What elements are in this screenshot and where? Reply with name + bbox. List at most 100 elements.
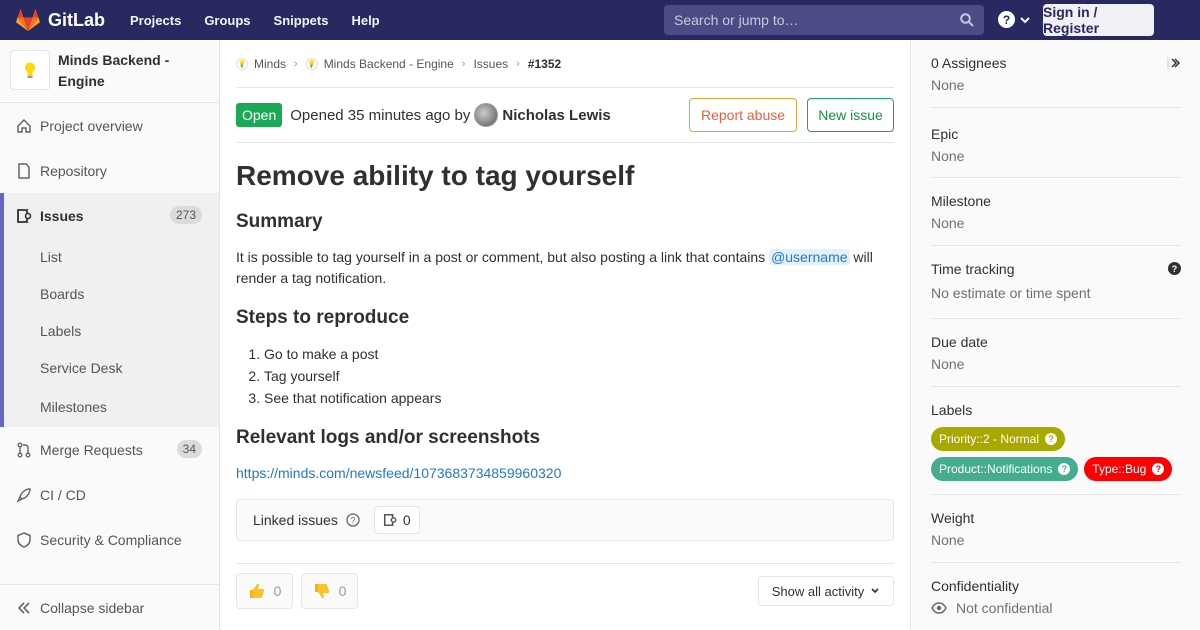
issue-title: Remove ability to tag yourself — [236, 160, 635, 191]
nav-groups[interactable]: Groups — [204, 13, 250, 28]
project-header[interactable]: Minds Backend - Engine — [0, 40, 219, 100]
collapse-sidebar-label: Collapse sidebar — [40, 599, 145, 616]
sidebar-subitem-milestones[interactable]: Milestones — [4, 386, 219, 427]
shield-icon — [16, 531, 32, 548]
question-icon: ? — [1152, 463, 1165, 475]
issues-count-badge: 273 — [169, 206, 202, 224]
breadcrumb-issues[interactable]: Issues — [473, 57, 508, 71]
doc-icon — [16, 162, 32, 179]
collapse-sidebar-button[interactable]: Collapse sidebar — [0, 584, 219, 630]
group-avatar: 💡 — [236, 57, 248, 70]
sidebar-subitem-service-desk[interactable]: Service Desk — [4, 349, 219, 386]
question-icon: ? — [998, 11, 1015, 28]
sidebar-subitem-labels[interactable]: Labels — [4, 312, 219, 349]
nav-snippets[interactable]: Snippets — [274, 13, 329, 28]
nav-help[interactable]: Help — [351, 13, 379, 28]
sidebar-item-label: Issues — [40, 207, 84, 224]
label-type[interactable]: Type::Bug ? — [1084, 457, 1173, 481]
steps-heading: Steps to reproduce — [236, 307, 410, 328]
svg-text:?: ? — [1172, 264, 1178, 274]
chevron-down-icon — [1020, 16, 1030, 23]
assignees-value: None — [931, 77, 965, 93]
thumbs-up-button[interactable]: 0 — [236, 573, 293, 609]
thumbs-down-button[interactable]: 0 — [301, 573, 358, 609]
breadcrumb-issue-number[interactable]: #1352 — [528, 57, 561, 71]
author-name[interactable]: Nicholas Lewis — [502, 107, 610, 124]
due-date-value: None — [931, 356, 965, 372]
nav-projects[interactable]: Projects — [130, 13, 181, 28]
collapse-sidebar-icon[interactable] — [1167, 56, 1181, 70]
issues-section: Issues 273 List Boards Labels Service De… — [0, 193, 219, 427]
breadcrumb-label: Minds Backend - Engine — [323, 56, 454, 71]
epic-title: Epic — [931, 126, 959, 142]
time-tracking-value: No estimate or time spent — [931, 285, 1091, 301]
sidebar-item-repository[interactable]: Repository — [0, 148, 219, 193]
sidebar-item-ci-cd[interactable]: CI / CD — [0, 472, 219, 517]
thumbs-up-icon — [249, 583, 264, 598]
sidebar-item-project-overview[interactable]: Project overview — [0, 103, 219, 148]
epic-value: None — [931, 148, 965, 164]
linked-issues-count[interactable]: 0 — [373, 506, 420, 534]
labels-title: Labels — [931, 402, 973, 418]
confidentiality-block: Confidentiality Not confidential — [931, 563, 1181, 630]
merge-request-icon — [16, 442, 32, 458]
sidebar-item-security[interactable]: Security & Compliance — [0, 517, 219, 562]
brand[interactable]: GitLab — [16, 0, 105, 40]
list-item: Go to make a post — [264, 343, 894, 365]
search-icon — [960, 13, 974, 27]
assignees-block: 0 Assignees None — [931, 40, 1181, 108]
sidebar-item-label: Repository — [40, 162, 107, 179]
breadcrumb-project[interactable]: 💡 Minds Backend - Engine — [305, 56, 454, 71]
labels-block: Labels Priority::2 - Normal ? Product::N… — [931, 387, 1181, 495]
linked-issues-bar: Linked issues ? 0 — [236, 499, 894, 541]
user-mention[interactable]: @username — [769, 249, 850, 265]
status-badge: Open — [236, 103, 283, 127]
activity-filter-dropdown[interactable]: Show all activity — [758, 576, 894, 606]
breadcrumb: 💡 Minds › 💡 Minds Backend - Engine › Iss… — [236, 40, 894, 88]
signin-button[interactable]: Sign in / Register — [1043, 4, 1154, 36]
thumbs-down-count: 0 — [338, 583, 347, 599]
avatar[interactable] — [474, 103, 499, 127]
sidebar-subitem-boards[interactable]: Boards — [4, 275, 219, 312]
label-priority[interactable]: Priority::2 - Normal ? — [931, 427, 1066, 451]
assignees-title: 0 Assignees — [931, 55, 1007, 71]
home-icon — [16, 118, 32, 134]
question-icon[interactable]: ? — [346, 513, 360, 527]
due-date-title: Due date — [931, 334, 988, 350]
linked-count-value: 0 — [402, 512, 411, 528]
issues-icon — [383, 513, 397, 527]
project-name: Minds Backend - Engine — [58, 52, 170, 89]
question-icon: ? — [1045, 433, 1058, 445]
sidebar-item-label: Security & Compliance — [40, 531, 182, 548]
sidebar-item-merge-requests[interactable]: Merge Requests 34 — [0, 427, 219, 472]
sidebar-subitem-list[interactable]: List — [4, 238, 219, 275]
chevron-down-icon — [871, 588, 879, 594]
summary-text: It is possible to tag yourself in a post… — [236, 247, 894, 289]
label-text: Priority::2 - Normal — [939, 432, 1040, 446]
time-tracking-block: Time tracking No estimate or time spent … — [931, 246, 1181, 319]
search-input[interactable]: Search or jump to… — [664, 5, 984, 35]
help-dropdown[interactable]: ? — [998, 11, 1031, 28]
report-abuse-button[interactable]: Report abuse — [689, 98, 797, 132]
breadcrumb-minds[interactable]: 💡 Minds — [236, 57, 286, 71]
steps-list: Go to make a post Tag yourself See that … — [236, 343, 894, 409]
weight-block: Weight None — [931, 495, 1181, 563]
logs-heading: Relevant logs and/or screenshots — [236, 427, 541, 448]
question-icon: ? — [1058, 463, 1071, 475]
list-item: See that notification appears — [264, 387, 894, 409]
question-icon[interactable]: ? — [1168, 262, 1181, 275]
new-issue-button[interactable]: New issue — [807, 98, 894, 132]
opened-text: Opened 35 minutes ago by — [290, 106, 471, 124]
summary-heading: Summary — [236, 211, 323, 232]
summary-text-before: It is possible to tag yourself in a post… — [236, 249, 770, 265]
milestone-value: None — [931, 215, 965, 231]
due-date-block: Due date None — [931, 319, 1181, 387]
project-avatar-small: 💡 — [305, 57, 318, 70]
sidebar-item-issues[interactable]: Issues 273 — [4, 193, 219, 238]
sidebar-item-label: Merge Requests — [40, 441, 143, 458]
thumbs-up-count: 0 — [273, 583, 282, 599]
top-navbar: GitLab Projects Groups Snippets Help Sea… — [0, 0, 1200, 40]
log-link[interactable]: https://minds.com/newsfeed/1073683734859… — [236, 465, 894, 481]
double-chevron-left-icon — [17, 601, 30, 614]
label-product[interactable]: Product::Notifications ? — [931, 457, 1079, 481]
